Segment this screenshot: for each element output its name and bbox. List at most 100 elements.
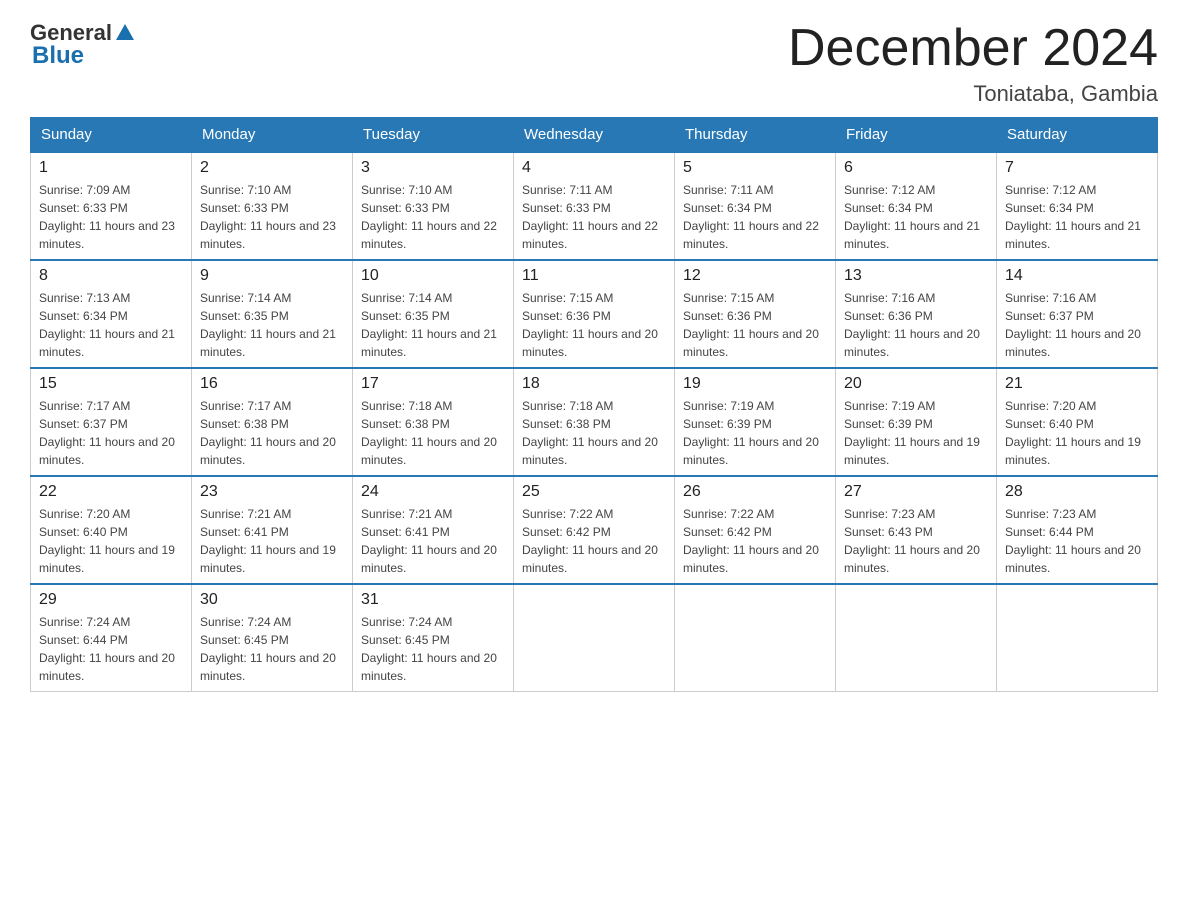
calendar-cell: 7 Sunrise: 7:12 AMSunset: 6:34 PMDaylight… xyxy=(997,152,1158,260)
day-info: Sunrise: 7:11 AMSunset: 6:34 PMDaylight:… xyxy=(683,181,827,253)
calendar-cell: 1 Sunrise: 7:09 AMSunset: 6:33 PMDaylight… xyxy=(31,152,192,260)
title-section: December 2024 Toniataba, Gambia xyxy=(788,20,1158,107)
day-info: Sunrise: 7:23 AMSunset: 6:44 PMDaylight:… xyxy=(1005,505,1149,577)
day-info: Sunrise: 7:15 AMSunset: 6:36 PMDaylight:… xyxy=(522,289,666,361)
day-number: 10 xyxy=(361,267,505,285)
day-info: Sunrise: 7:19 AMSunset: 6:39 PMDaylight:… xyxy=(844,397,988,469)
calendar-cell: 13 Sunrise: 7:16 AMSunset: 6:36 PMDayligh… xyxy=(836,260,997,368)
calendar-cell: 16 Sunrise: 7:17 AMSunset: 6:38 PMDayligh… xyxy=(192,368,353,476)
day-number: 12 xyxy=(683,267,827,285)
calendar-cell: 28 Sunrise: 7:23 AMSunset: 6:44 PMDayligh… xyxy=(997,476,1158,584)
calendar-cell: 30 Sunrise: 7:24 AMSunset: 6:45 PMDayligh… xyxy=(192,584,353,692)
day-info: Sunrise: 7:14 AMSunset: 6:35 PMDaylight:… xyxy=(200,289,344,361)
day-info: Sunrise: 7:11 AMSunset: 6:33 PMDaylight:… xyxy=(522,181,666,253)
day-info: Sunrise: 7:09 AMSunset: 6:33 PMDaylight:… xyxy=(39,181,183,253)
logo-blue-text: Blue xyxy=(32,42,84,70)
calendar-cell: 15 Sunrise: 7:17 AMSunset: 6:37 PMDayligh… xyxy=(31,368,192,476)
day-info: Sunrise: 7:24 AMSunset: 6:45 PMDaylight:… xyxy=(200,613,344,685)
day-info: Sunrise: 7:13 AMSunset: 6:34 PMDaylight:… xyxy=(39,289,183,361)
day-number: 27 xyxy=(844,483,988,501)
calendar-cell: 2 Sunrise: 7:10 AMSunset: 6:33 PMDaylight… xyxy=(192,152,353,260)
col-header-thursday: Thursday xyxy=(675,118,836,153)
logo: General Blue xyxy=(30,20,138,70)
day-number: 21 xyxy=(1005,375,1149,393)
day-number: 15 xyxy=(39,375,183,393)
calendar-cell: 23 Sunrise: 7:21 AMSunset: 6:41 PMDayligh… xyxy=(192,476,353,584)
day-number: 5 xyxy=(683,159,827,177)
day-number: 9 xyxy=(200,267,344,285)
day-number: 19 xyxy=(683,375,827,393)
calendar-cell: 17 Sunrise: 7:18 AMSunset: 6:38 PMDayligh… xyxy=(353,368,514,476)
calendar-cell: 14 Sunrise: 7:16 AMSunset: 6:37 PMDayligh… xyxy=(997,260,1158,368)
calendar-cell: 11 Sunrise: 7:15 AMSunset: 6:36 PMDayligh… xyxy=(514,260,675,368)
day-info: Sunrise: 7:20 AMSunset: 6:40 PMDaylight:… xyxy=(1005,397,1149,469)
day-info: Sunrise: 7:24 AMSunset: 6:45 PMDaylight:… xyxy=(361,613,505,685)
day-number: 14 xyxy=(1005,267,1149,285)
day-info: Sunrise: 7:24 AMSunset: 6:44 PMDaylight:… xyxy=(39,613,183,685)
day-number: 22 xyxy=(39,483,183,501)
page-header: General Blue December 2024 Toniataba, Ga… xyxy=(30,20,1158,107)
month-title: December 2024 xyxy=(788,20,1158,77)
day-number: 7 xyxy=(1005,159,1149,177)
calendar-cell: 21 Sunrise: 7:20 AMSunset: 6:40 PMDayligh… xyxy=(997,368,1158,476)
day-number: 4 xyxy=(522,159,666,177)
day-info: Sunrise: 7:19 AMSunset: 6:39 PMDaylight:… xyxy=(683,397,827,469)
day-number: 11 xyxy=(522,267,666,285)
day-info: Sunrise: 7:23 AMSunset: 6:43 PMDaylight:… xyxy=(844,505,988,577)
day-number: 30 xyxy=(200,591,344,609)
day-info: Sunrise: 7:10 AMSunset: 6:33 PMDaylight:… xyxy=(361,181,505,253)
day-number: 1 xyxy=(39,159,183,177)
calendar-cell: 25 Sunrise: 7:22 AMSunset: 6:42 PMDayligh… xyxy=(514,476,675,584)
location-title: Toniataba, Gambia xyxy=(788,81,1158,107)
day-number: 6 xyxy=(844,159,988,177)
calendar-cell: 8 Sunrise: 7:13 AMSunset: 6:34 PMDaylight… xyxy=(31,260,192,368)
day-info: Sunrise: 7:10 AMSunset: 6:33 PMDaylight:… xyxy=(200,181,344,253)
calendar-week-3: 15 Sunrise: 7:17 AMSunset: 6:37 PMDayligh… xyxy=(31,368,1158,476)
day-number: 2 xyxy=(200,159,344,177)
calendar-cell: 24Sunrise: 7:21 AMSunset: 6:41 PMDayligh… xyxy=(353,476,514,584)
calendar-cell: 27 Sunrise: 7:23 AMSunset: 6:43 PMDayligh… xyxy=(836,476,997,584)
day-info: Sunrise: 7:22 AMSunset: 6:42 PMDaylight:… xyxy=(683,505,827,577)
calendar-cell: 6 Sunrise: 7:12 AMSunset: 6:34 PMDaylight… xyxy=(836,152,997,260)
calendar-cell: 12Sunrise: 7:15 AMSunset: 6:36 PMDayligh… xyxy=(675,260,836,368)
day-number: 25 xyxy=(522,483,666,501)
day-info: Sunrise: 7:17 AMSunset: 6:38 PMDaylight:… xyxy=(200,397,344,469)
day-number: 16 xyxy=(200,375,344,393)
day-info: Sunrise: 7:12 AMSunset: 6:34 PMDaylight:… xyxy=(844,181,988,253)
day-info: Sunrise: 7:16 AMSunset: 6:37 PMDaylight:… xyxy=(1005,289,1149,361)
day-info: Sunrise: 7:12 AMSunset: 6:34 PMDaylight:… xyxy=(1005,181,1149,253)
calendar-cell xyxy=(675,584,836,692)
col-header-sunday: Sunday xyxy=(31,118,192,153)
day-info: Sunrise: 7:21 AMSunset: 6:41 PMDaylight:… xyxy=(200,505,344,577)
day-number: 13 xyxy=(844,267,988,285)
calendar-cell: 3Sunrise: 7:10 AMSunset: 6:33 PMDaylight… xyxy=(353,152,514,260)
calendar-cell: 5 Sunrise: 7:11 AMSunset: 6:34 PMDaylight… xyxy=(675,152,836,260)
day-info: Sunrise: 7:17 AMSunset: 6:37 PMDaylight:… xyxy=(39,397,183,469)
day-number: 24 xyxy=(361,483,505,501)
calendar-week-2: 8 Sunrise: 7:13 AMSunset: 6:34 PMDaylight… xyxy=(31,260,1158,368)
day-info: Sunrise: 7:18 AMSunset: 6:38 PMDaylight:… xyxy=(361,397,505,469)
calendar-cell xyxy=(514,584,675,692)
day-info: Sunrise: 7:20 AMSunset: 6:40 PMDaylight:… xyxy=(39,505,183,577)
day-number: 28 xyxy=(1005,483,1149,501)
logo-icon xyxy=(112,22,138,44)
day-number: 29 xyxy=(39,591,183,609)
calendar-cell xyxy=(997,584,1158,692)
day-number: 20 xyxy=(844,375,988,393)
calendar-cell: 29 Sunrise: 7:24 AMSunset: 6:44 PMDayligh… xyxy=(31,584,192,692)
calendar-cell: 18 Sunrise: 7:18 AMSunset: 6:38 PMDayligh… xyxy=(514,368,675,476)
day-info: Sunrise: 7:18 AMSunset: 6:38 PMDaylight:… xyxy=(522,397,666,469)
day-number: 18 xyxy=(522,375,666,393)
day-number: 17 xyxy=(361,375,505,393)
day-info: Sunrise: 7:16 AMSunset: 6:36 PMDaylight:… xyxy=(844,289,988,361)
calendar-cell: 9 Sunrise: 7:14 AMSunset: 6:35 PMDaylight… xyxy=(192,260,353,368)
day-info: Sunrise: 7:22 AMSunset: 6:42 PMDaylight:… xyxy=(522,505,666,577)
calendar-week-1: 1 Sunrise: 7:09 AMSunset: 6:33 PMDaylight… xyxy=(31,152,1158,260)
day-info: Sunrise: 7:14 AMSunset: 6:35 PMDaylight:… xyxy=(361,289,505,361)
calendar-week-5: 29 Sunrise: 7:24 AMSunset: 6:44 PMDayligh… xyxy=(31,584,1158,692)
day-number: 8 xyxy=(39,267,183,285)
calendar-cell: 19 Sunrise: 7:19 AMSunset: 6:39 PMDayligh… xyxy=(675,368,836,476)
col-header-monday: Monday xyxy=(192,118,353,153)
day-number: 31 xyxy=(361,591,505,609)
day-number: 23 xyxy=(200,483,344,501)
